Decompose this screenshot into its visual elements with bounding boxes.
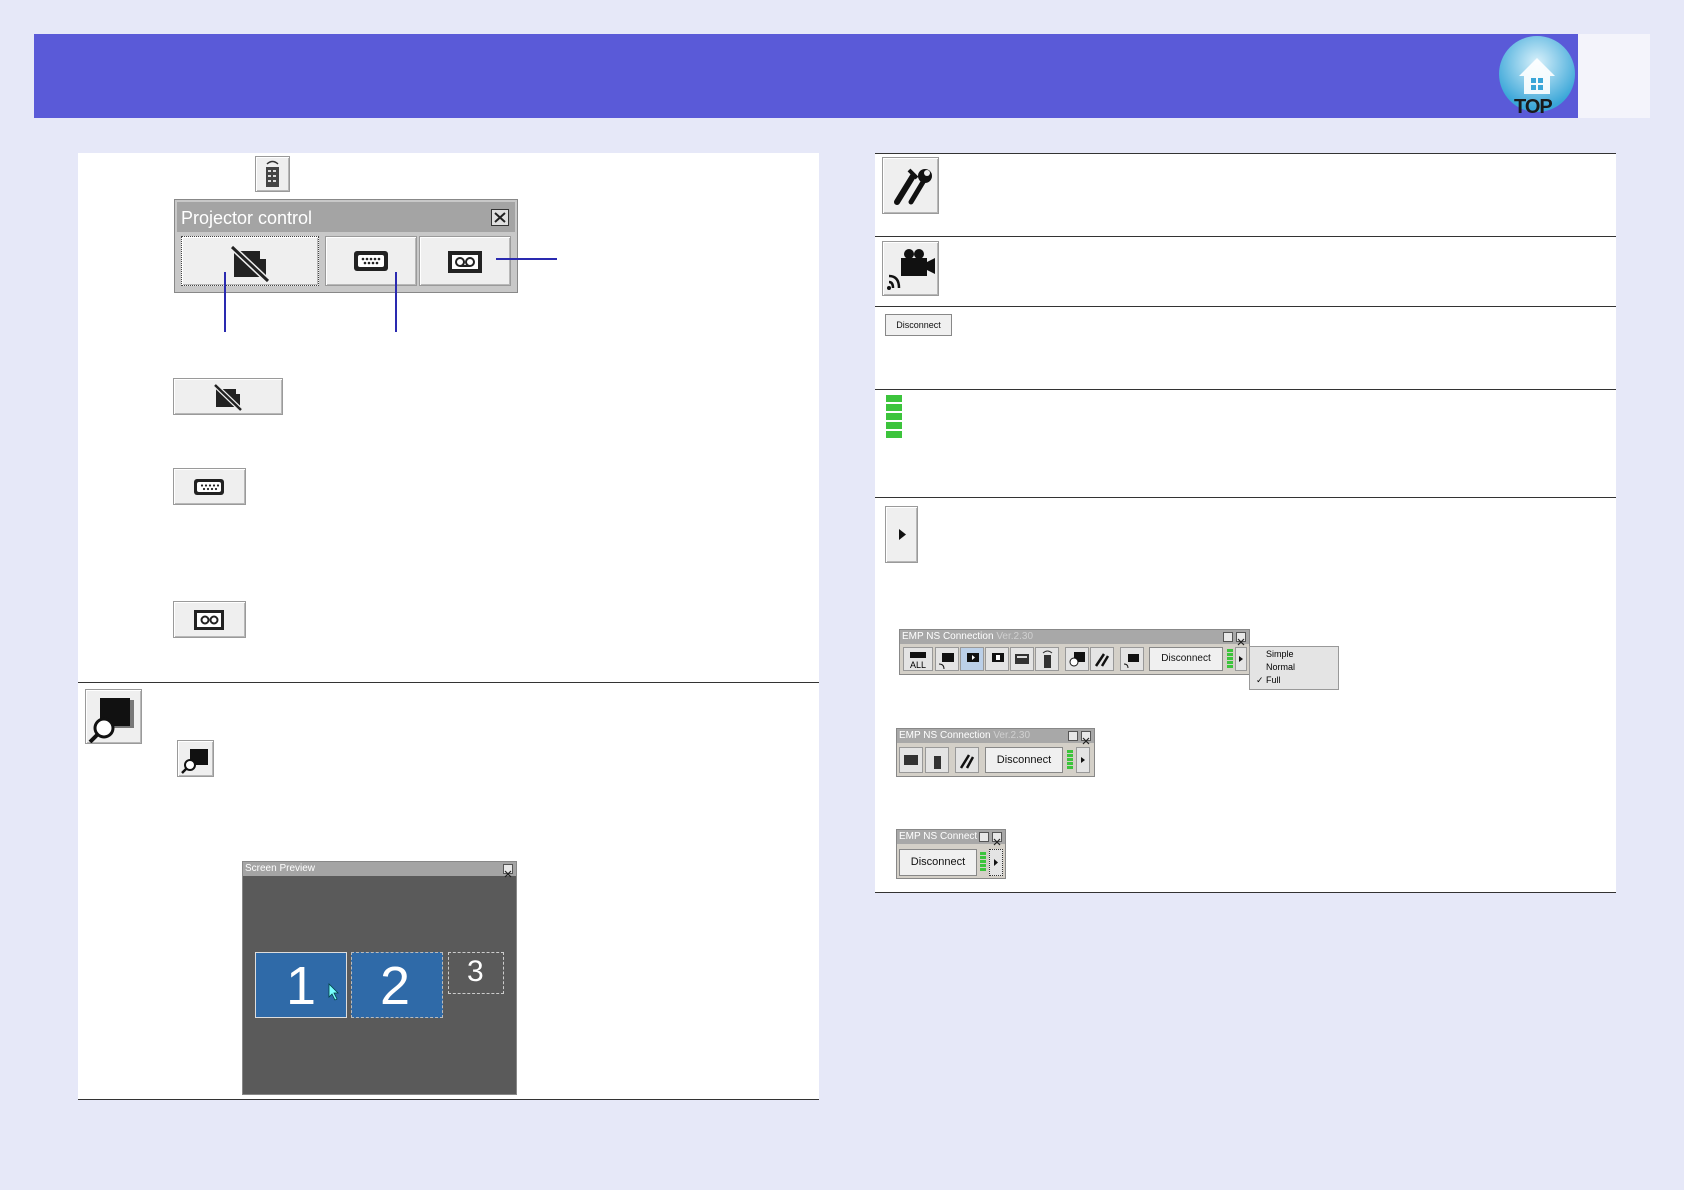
all-label: ALL (910, 660, 927, 670)
disconnect-button[interactable]: Disconnect (985, 747, 1063, 773)
projector-control-titlebar: Projector control (177, 202, 515, 232)
top-logo-label: TOP (1514, 96, 1553, 118)
connection-window-titlebar: EMP NS Connection Ver.2.30 (897, 729, 1094, 743)
window-title: EMP NS Connect (899, 831, 978, 842)
connection-window-titlebar: EMP NS Connection Ver.2.30 (900, 630, 1249, 644)
video-icon (173, 601, 246, 638)
window-title: EMP NS Connection (899, 730, 991, 741)
close-icon[interactable] (1236, 632, 1246, 646)
callout-line-1 (224, 272, 226, 332)
connection-toolbar: ALL Disconnect (903, 647, 1248, 673)
window-title: EMP NS Connection (902, 631, 994, 642)
header-page-area (1578, 34, 1650, 118)
rule (875, 153, 1616, 154)
top-logo[interactable]: TOP (1496, 34, 1578, 118)
menu-item-full[interactable]: Full (1266, 675, 1281, 685)
preview-slot-2[interactable]: 2 (351, 952, 443, 1018)
preview-slot-3[interactable]: 3 (448, 952, 504, 994)
disconnect-button[interactable]: Disconnect (1149, 647, 1223, 671)
disconnect-button[interactable]: Disconnect (899, 849, 977, 876)
minimize-icon[interactable] (979, 832, 989, 842)
connection-window-normal: EMP NS Connection Ver.2.30 Disconnect (896, 728, 1095, 777)
computer-icon (173, 468, 246, 505)
screen-preview-titlebar: Screen Preview (243, 862, 516, 876)
rule (875, 892, 1616, 893)
rule (875, 236, 1616, 237)
screen-preview-window: Screen Preview 1 2 3 (242, 861, 517, 1095)
menu-check-icon: ✓ (1256, 675, 1264, 685)
screen-preview-icon[interactable] (85, 689, 142, 744)
all-projectors-icon[interactable]: ALL (903, 647, 933, 671)
window-version: Ver.2.30 (993, 730, 1031, 741)
close-icon[interactable] (491, 209, 509, 226)
display-mode-menu: Simple Normal ✓ Full (1249, 646, 1339, 690)
disconnect-button[interactable]: Disconnect (885, 314, 952, 336)
projector-3-icon[interactable] (985, 647, 1009, 671)
document-camera-icon[interactable] (1120, 647, 1144, 671)
rule (875, 389, 1616, 390)
tools-icon[interactable] (955, 747, 979, 773)
header-bar (34, 34, 1650, 118)
connection-toolbar: Disconnect (899, 747, 1094, 775)
preview-slot-number: 3 (467, 955, 484, 988)
connection-window-full: EMP NS Connection Ver.2.30 ALL Disconnec… (899, 629, 1250, 675)
document-camera-icon[interactable] (882, 241, 939, 296)
a-v-mute-button[interactable] (181, 236, 319, 286)
a-v-mute-icon (173, 378, 283, 415)
minimize-icon[interactable] (1223, 632, 1233, 642)
projector-control-title: Projector control (181, 208, 313, 228)
display-mode-button[interactable] (1235, 647, 1247, 671)
screen-preview-title: Screen Preview (245, 863, 316, 874)
preview-slot-number: 2 (380, 956, 411, 1016)
minimize-icon[interactable] (1068, 731, 1078, 741)
multi-screen-icon[interactable] (1010, 647, 1034, 671)
signal-meter-icon (980, 852, 986, 872)
left-bottom-rule (78, 1099, 819, 1100)
connection-window-simple: EMP NS Connect Disconnect (896, 829, 1006, 879)
tools-icon[interactable] (882, 157, 939, 214)
display-mode-button[interactable] (885, 506, 918, 563)
signal-meter-icon (886, 395, 904, 438)
callout-line-2 (395, 272, 397, 332)
window-version: Ver.2.30 (996, 631, 1034, 642)
screen-preview-icon[interactable] (1065, 647, 1089, 671)
close-icon[interactable] (503, 864, 513, 878)
display-mode-button[interactable] (1076, 747, 1090, 773)
projector-1-icon[interactable] (935, 647, 959, 671)
left-divider (78, 682, 819, 683)
rule (875, 497, 1616, 498)
signal-meter-icon (1067, 750, 1073, 770)
signal-meter-icon (1227, 649, 1233, 669)
close-icon[interactable] (992, 832, 1002, 846)
multi-screen-icon[interactable] (899, 747, 923, 773)
close-icon[interactable] (1081, 731, 1091, 745)
remote-control-icon[interactable] (1035, 647, 1059, 671)
remote-control-icon[interactable] (925, 747, 949, 773)
callout-line-3 (496, 258, 557, 260)
rule (875, 306, 1616, 307)
screen-preview-small-icon (177, 740, 214, 777)
preview-slot-1[interactable]: 1 (255, 952, 347, 1018)
menu-item-simple[interactable]: Simple (1266, 649, 1294, 659)
menu-item-normal[interactable]: Normal (1266, 662, 1295, 672)
computer-source-button[interactable] (325, 236, 417, 286)
right-panel (875, 153, 1616, 892)
display-mode-button[interactable] (989, 849, 1003, 876)
video-source-button[interactable] (419, 236, 511, 286)
tools-icon[interactable] (1090, 647, 1114, 671)
remote-control-icon[interactable] (255, 156, 290, 192)
preview-slot-number: 1 (286, 956, 317, 1016)
projector-2-icon[interactable] (960, 647, 984, 671)
